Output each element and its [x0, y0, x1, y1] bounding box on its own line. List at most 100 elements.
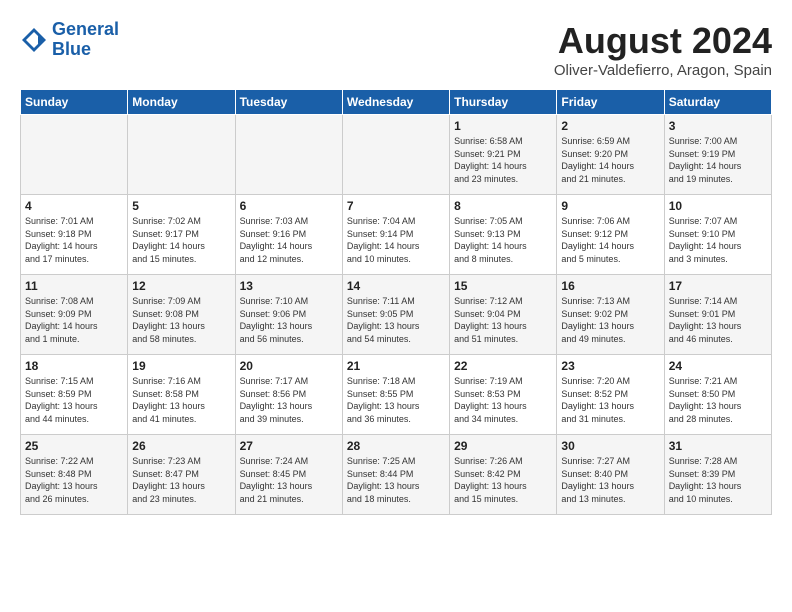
day-content: Sunrise: 7:18 AMSunset: 8:55 PMDaylight:…	[347, 375, 445, 425]
calendar-cell: 12Sunrise: 7:09 AMSunset: 9:08 PMDayligh…	[128, 275, 235, 355]
calendar-cell	[235, 115, 342, 195]
weekday-header-saturday: Saturday	[664, 90, 771, 115]
day-content: Sunrise: 6:59 AMSunset: 9:20 PMDaylight:…	[561, 135, 659, 185]
day-content: Sunrise: 7:06 AMSunset: 9:12 PMDaylight:…	[561, 215, 659, 265]
title-block: August 2024 Oliver-Valdefierro, Aragon, …	[554, 20, 772, 79]
day-number: 23	[561, 359, 659, 373]
calendar-cell	[342, 115, 449, 195]
calendar-cell: 31 Sunrise: 7:28 AMSunset: 8:39 PMDayligh…	[664, 435, 771, 515]
day-number: 7	[347, 199, 445, 213]
day-number: 21	[347, 359, 445, 373]
calendar-cell: 7Sunrise: 7:04 AMSunset: 9:14 PMDaylight…	[342, 195, 449, 275]
calendar-cell: 16 Sunrise: 7:13 AMSunset: 9:02 PMDayligh…	[557, 275, 664, 355]
calendar-cell: 27Sunrise: 7:24 AMSunset: 8:45 PMDayligh…	[235, 435, 342, 515]
day-number: 10	[669, 199, 767, 213]
day-number: 15	[454, 279, 552, 293]
day-number: 1	[454, 119, 552, 133]
day-number: 9	[561, 199, 659, 213]
day-number: 12	[132, 279, 230, 293]
day-content: Sunrise: 7:03 AMSunset: 9:16 PMDaylight:…	[240, 215, 338, 265]
day-number: 24	[669, 359, 767, 373]
day-content: Sunrise: 7:16 AMSunset: 8:58 PMDaylight:…	[132, 375, 230, 425]
weekday-header-monday: Monday	[128, 90, 235, 115]
day-number: 29	[454, 439, 552, 453]
day-content: Sunrise: 7:08 AMSunset: 9:09 PMDaylight:…	[25, 295, 123, 345]
day-content: Sunrise: 7:25 AMSunset: 8:44 PMDaylight:…	[347, 455, 445, 505]
calendar-cell: 30 Sunrise: 7:27 AMSunset: 8:40 PMDayligh…	[557, 435, 664, 515]
calendar-cell: 8 Sunrise: 7:05 AMSunset: 9:13 PMDaylight…	[450, 195, 557, 275]
weekday-header-thursday: Thursday	[450, 90, 557, 115]
day-content: Sunrise: 7:10 AMSunset: 9:06 PMDaylight:…	[240, 295, 338, 345]
day-number: 18	[25, 359, 123, 373]
day-content: Sunrise: 7:07 AMSunset: 9:10 PMDaylight:…	[669, 215, 767, 265]
calendar-cell: 13Sunrise: 7:10 AMSunset: 9:06 PMDayligh…	[235, 275, 342, 355]
day-content: Sunrise: 7:01 AMSunset: 9:18 PMDaylight:…	[25, 215, 123, 265]
calendar-cell: 29 Sunrise: 7:26 AMSunset: 8:42 PMDayligh…	[450, 435, 557, 515]
calendar-cell: 14 Sunrise: 7:11 AMSunset: 9:05 PMDayligh…	[342, 275, 449, 355]
calendar-cell: 26Sunrise: 7:23 AMSunset: 8:47 PMDayligh…	[128, 435, 235, 515]
day-number: 19	[132, 359, 230, 373]
calendar-cell: 17 Sunrise: 7:14 AMSunset: 9:01 PMDayligh…	[664, 275, 771, 355]
calendar-cell	[21, 115, 128, 195]
weekday-header-wednesday: Wednesday	[342, 90, 449, 115]
day-number: 31	[669, 439, 767, 453]
calendar-cell: 15 Sunrise: 7:12 AMSunset: 9:04 PMDayligh…	[450, 275, 557, 355]
day-content: Sunrise: 7:27 AMSunset: 8:40 PMDaylight:…	[561, 455, 659, 505]
day-content: Sunrise: 7:11 AMSunset: 9:05 PMDaylight:…	[347, 295, 445, 345]
calendar-cell: 25Sunrise: 7:22 AMSunset: 8:48 PMDayligh…	[21, 435, 128, 515]
calendar-cell: 3 Sunrise: 7:00 AMSunset: 9:19 PMDaylight…	[664, 115, 771, 195]
weekday-header-tuesday: Tuesday	[235, 90, 342, 115]
day-content: Sunrise: 7:20 AMSunset: 8:52 PMDaylight:…	[561, 375, 659, 425]
logo-icon	[20, 26, 48, 54]
calendar-subtitle: Oliver-Valdefierro, Aragon, Spain	[554, 62, 772, 79]
day-content: Sunrise: 7:12 AMSunset: 9:04 PMDaylight:…	[454, 295, 552, 345]
day-number: 8	[454, 199, 552, 213]
day-number: 5	[132, 199, 230, 213]
day-content: Sunrise: 7:23 AMSunset: 8:47 PMDaylight:…	[132, 455, 230, 505]
calendar-cell: 5 Sunrise: 7:02 AMSunset: 9:17 PMDaylight…	[128, 195, 235, 275]
day-content: Sunrise: 7:14 AMSunset: 9:01 PMDaylight:…	[669, 295, 767, 345]
calendar-cell: 28 Sunrise: 7:25 AMSunset: 8:44 PMDayligh…	[342, 435, 449, 515]
calendar-cell: 2 Sunrise: 6:59 AMSunset: 9:20 PMDaylight…	[557, 115, 664, 195]
logo-text: General Blue	[52, 20, 119, 60]
calendar-cell: 1Sunrise: 6:58 AMSunset: 9:21 PMDaylight…	[450, 115, 557, 195]
day-number: 20	[240, 359, 338, 373]
calendar-cell: 11 Sunrise: 7:08 AMSunset: 9:09 PMDayligh…	[21, 275, 128, 355]
day-content: Sunrise: 7:13 AMSunset: 9:02 PMDaylight:…	[561, 295, 659, 345]
page-header: General Blue August 2024 Oliver-Valdefie…	[20, 20, 772, 79]
day-content: Sunrise: 7:26 AMSunset: 8:42 PMDaylight:…	[454, 455, 552, 505]
day-number: 30	[561, 439, 659, 453]
day-content: Sunrise: 7:00 AMSunset: 9:19 PMDaylight:…	[669, 135, 767, 185]
calendar-cell: 18 Sunrise: 7:15 AMSunset: 8:59 PMDayligh…	[21, 355, 128, 435]
calendar-cell: 20 Sunrise: 7:17 AMSunset: 8:56 PMDayligh…	[235, 355, 342, 435]
day-content: Sunrise: 7:02 AMSunset: 9:17 PMDaylight:…	[132, 215, 230, 265]
day-number: 16	[561, 279, 659, 293]
day-content: Sunrise: 7:19 AMSunset: 8:53 PMDaylight:…	[454, 375, 552, 425]
logo: General Blue	[20, 20, 119, 60]
day-number: 14	[347, 279, 445, 293]
day-number: 25	[25, 439, 123, 453]
day-number: 27	[240, 439, 338, 453]
day-number: 6	[240, 199, 338, 213]
day-content: Sunrise: 7:17 AMSunset: 8:56 PMDaylight:…	[240, 375, 338, 425]
weekday-header-sunday: Sunday	[21, 90, 128, 115]
day-number: 4	[25, 199, 123, 213]
calendar-cell: 10 Sunrise: 7:07 AMSunset: 9:10 PMDayligh…	[664, 195, 771, 275]
day-content: Sunrise: 7:21 AMSunset: 8:50 PMDaylight:…	[669, 375, 767, 425]
calendar-cell: 24 Sunrise: 7:21 AMSunset: 8:50 PMDayligh…	[664, 355, 771, 435]
day-number: 28	[347, 439, 445, 453]
calendar-table: SundayMondayTuesdayWednesdayThursdayFrid…	[20, 89, 772, 515]
day-content: Sunrise: 7:15 AMSunset: 8:59 PMDaylight:…	[25, 375, 123, 425]
calendar-cell	[128, 115, 235, 195]
day-number: 2	[561, 119, 659, 133]
day-content: Sunrise: 7:05 AMSunset: 9:13 PMDaylight:…	[454, 215, 552, 265]
calendar-cell: 9 Sunrise: 7:06 AMSunset: 9:12 PMDaylight…	[557, 195, 664, 275]
calendar-title: August 2024	[554, 20, 772, 62]
calendar-cell: 4 Sunrise: 7:01 AMSunset: 9:18 PMDaylight…	[21, 195, 128, 275]
calendar-cell: 23 Sunrise: 7:20 AMSunset: 8:52 PMDayligh…	[557, 355, 664, 435]
day-number: 11	[25, 279, 123, 293]
day-number: 22	[454, 359, 552, 373]
day-number: 17	[669, 279, 767, 293]
day-number: 3	[669, 119, 767, 133]
day-content: Sunrise: 7:28 AMSunset: 8:39 PMDaylight:…	[669, 455, 767, 505]
